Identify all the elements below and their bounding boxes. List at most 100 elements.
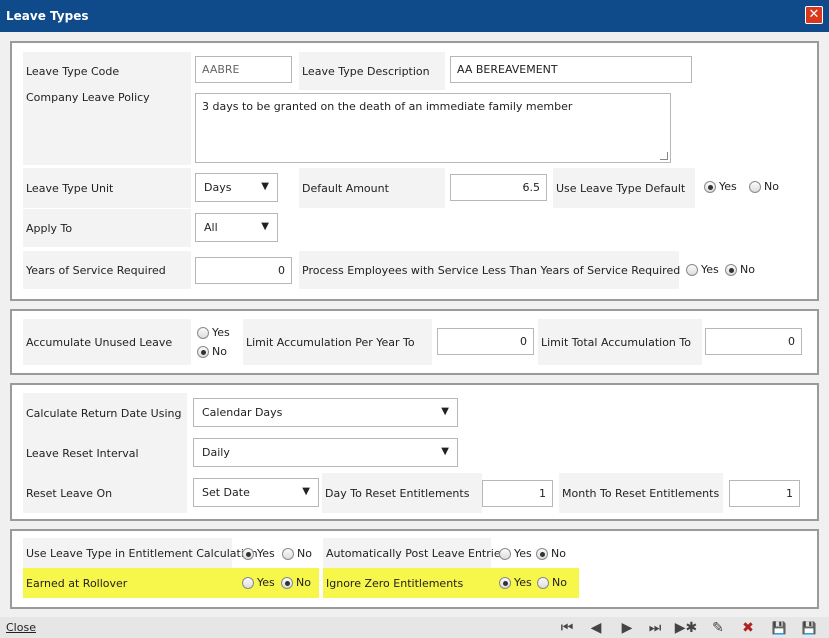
auto-post-radio-group: Yes No: [499, 547, 579, 563]
reset-interval-select[interactable]: Daily ▼: [193, 438, 458, 467]
reset-on-label: Reset Leave On: [23, 473, 187, 513]
radio-empty-icon: [282, 547, 294, 560]
radio-no-label: No: [552, 576, 567, 589]
window-title: Leave Types: [6, 9, 89, 23]
radio-selected-icon: [197, 345, 209, 358]
reset-interval-label: Leave Reset Interval: [23, 433, 187, 473]
use-in-calc-yes-radio[interactable]: Yes: [242, 547, 275, 560]
radio-selected-icon: [499, 576, 511, 589]
month-to-reset-field[interactable]: 1: [729, 480, 800, 507]
footer-toolbar: Close ⏮ ◀ ▶ ⏭ ▶✱ ✎ ✖ 💾 💾: [0, 617, 829, 638]
leave-type-unit-label: Leave Type Unit: [23, 168, 191, 208]
last-record-icon[interactable]: ⏭: [644, 618, 666, 637]
apply-to-value: All: [204, 221, 218, 234]
delete-icon[interactable]: ✖: [738, 618, 758, 637]
radio-yes-label: Yes: [257, 576, 275, 589]
radio-selected-icon: [281, 576, 293, 589]
process-employees-yes-radio[interactable]: Yes: [686, 263, 719, 276]
company-leave-policy-label: Company Leave Policy: [23, 85, 191, 165]
radio-yes-label: Yes: [701, 263, 719, 276]
auto-post-yes-radio[interactable]: Yes: [499, 547, 532, 560]
resize-grip[interactable]: [660, 152, 668, 160]
radio-no-label: No: [297, 547, 312, 560]
radio-empty-icon: [537, 576, 549, 589]
ignore-zero-label: Ignore Zero Entitlements: [323, 568, 491, 598]
ignore-zero-yes-radio[interactable]: Yes: [499, 576, 532, 589]
use-in-calc-no-radio[interactable]: No: [282, 547, 312, 560]
accumulate-yes-radio[interactable]: Yes: [197, 326, 230, 339]
radio-empty-icon: [197, 326, 209, 339]
calculate-return-select[interactable]: Calendar Days ▼: [193, 398, 458, 427]
limit-per-year-field[interactable]: 0: [437, 328, 534, 355]
reset-on-value: Set Date: [202, 486, 250, 499]
accumulate-no-radio[interactable]: No: [197, 345, 227, 358]
accumulation-panel: Accumulate Unused Leave Yes No Limit Acc…: [10, 309, 819, 375]
radio-no-label: No: [740, 263, 755, 276]
save-icon[interactable]: 💾: [768, 618, 790, 637]
cancel-edit-icon[interactable]: ✎: [707, 618, 729, 637]
use-leave-type-default-label: Use Leave Type Default: [553, 168, 695, 208]
radio-yes-label: Yes: [257, 547, 275, 560]
radio-no-label: No: [551, 547, 566, 560]
leave-type-description-field[interactable]: AA BEREAVEMENT: [450, 56, 692, 83]
ignore-zero-no-radio[interactable]: No: [537, 576, 567, 589]
process-employees-no-radio[interactable]: No: [725, 263, 755, 276]
default-amount-label: Default Amount: [299, 168, 445, 208]
dropdown-arrow-icon: ▼: [261, 181, 269, 192]
ignore-zero-radio-group: Yes No: [491, 568, 579, 598]
radio-no-label: No: [212, 345, 227, 358]
accumulate-unused-radio-group: Yes No: [197, 326, 247, 362]
default-amount-field[interactable]: 6.5: [450, 174, 547, 201]
dropdown-arrow-icon: ▼: [441, 406, 449, 417]
radio-empty-icon: [686, 263, 698, 276]
leave-type-unit-select[interactable]: Days ▼: [195, 173, 278, 202]
entitlement-panel: Use Leave Type in Entitlement Calculatio…: [10, 529, 819, 609]
limit-per-year-label: Limit Accumulation Per Year To: [243, 319, 432, 365]
process-employees-label: Process Employees with Service Less Than…: [299, 251, 680, 289]
reset-on-select[interactable]: Set Date ▼: [193, 478, 319, 507]
auto-post-no-radio[interactable]: No: [536, 547, 566, 560]
leave-type-description-label: Leave Type Description: [299, 52, 445, 90]
apply-to-select[interactable]: All ▼: [195, 213, 278, 242]
close-icon[interactable]: ✕: [805, 6, 823, 24]
dropdown-arrow-icon: ▼: [441, 446, 449, 457]
radio-empty-icon: [749, 180, 761, 193]
leave-type-unit-value: Days: [204, 181, 232, 194]
earned-rollover-radio-group: Yes No: [232, 568, 319, 598]
calculate-return-value: Calendar Days: [202, 406, 283, 419]
leave-type-code-field[interactable]: AABRE: [195, 56, 292, 83]
earned-rollover-yes-radio[interactable]: Yes: [242, 576, 275, 589]
first-record-icon[interactable]: ⏮: [556, 618, 578, 637]
close-link[interactable]: Close: [6, 621, 36, 634]
use-default-no-radio[interactable]: No: [749, 180, 779, 193]
accumulate-unused-label: Accumulate Unused Leave: [23, 319, 191, 365]
use-leave-type-default-radio-group: Yes No: [704, 180, 784, 196]
earned-rollover-no-radio[interactable]: No: [281, 576, 311, 589]
general-panel: Leave Type Code AABRE Leave Type Descrip…: [10, 41, 819, 301]
limit-total-label: Limit Total Accumulation To: [538, 319, 702, 365]
radio-empty-icon: [242, 576, 254, 589]
use-default-yes-radio[interactable]: Yes: [704, 180, 737, 193]
dropdown-arrow-icon: ▼: [302, 486, 310, 497]
company-leave-policy-text: 3 days to be granted on the death of an …: [202, 100, 573, 113]
radio-selected-icon: [725, 263, 737, 276]
month-to-reset-label: Month To Reset Entitlements: [559, 473, 723, 513]
company-leave-policy-textarea[interactable]: 3 days to be granted on the death of an …: [195, 93, 671, 163]
radio-yes-label: Yes: [514, 547, 532, 560]
radio-yes-label: Yes: [719, 180, 737, 193]
next-record-icon[interactable]: ▶: [618, 618, 636, 637]
years-of-service-field[interactable]: 0: [195, 257, 292, 284]
limit-total-field[interactable]: 0: [705, 328, 802, 355]
apply-to-label: Apply To: [23, 209, 191, 247]
reset-panel: Calculate Return Date Using Calendar Day…: [10, 383, 819, 521]
day-to-reset-field[interactable]: 1: [482, 480, 553, 507]
use-in-calc-label: Use Leave Type in Entitlement Calculatio…: [23, 538, 258, 568]
new-record-icon[interactable]: ▶✱: [674, 618, 698, 637]
process-employees-radio-group: Yes No: [686, 263, 766, 279]
previous-record-icon[interactable]: ◀: [587, 618, 605, 637]
radio-selected-icon: [536, 547, 548, 560]
save-edit-icon[interactable]: 💾: [796, 618, 822, 637]
radio-no-label: No: [764, 180, 779, 193]
radio-yes-label: Yes: [514, 576, 532, 589]
radio-selected-icon: [242, 547, 254, 560]
